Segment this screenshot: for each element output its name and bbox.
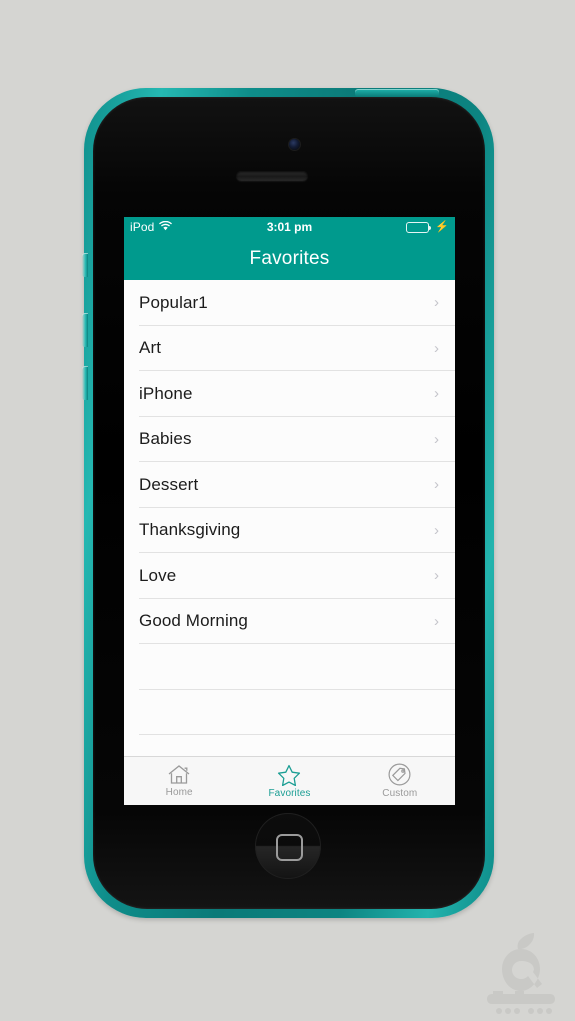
list-item-label: Dessert bbox=[139, 474, 199, 494]
phone-bezel: iPod 3:01 pm ⚡ Favorites Popular1 › Art … bbox=[93, 97, 485, 909]
navigation-bar: Favorites bbox=[124, 237, 455, 280]
tab-bar: Home Favorites Custom bbox=[124, 756, 455, 805]
house-icon bbox=[167, 764, 191, 785]
list-item[interactable]: Popular1 › bbox=[124, 280, 455, 326]
phone-device: iPod 3:01 pm ⚡ Favorites Popular1 › Art … bbox=[82, 88, 494, 918]
list-item[interactable]: Art › bbox=[124, 325, 455, 371]
list-item-label: Popular1 bbox=[139, 292, 208, 312]
volume-up-button[interactable] bbox=[82, 313, 88, 347]
page-title: Favorites bbox=[249, 247, 330, 269]
list-item[interactable]: Dessert › bbox=[124, 462, 455, 508]
list-item[interactable]: iPhone › bbox=[124, 371, 455, 417]
list-item-label: Art bbox=[139, 338, 162, 358]
home-square-icon bbox=[276, 834, 303, 861]
list-item-label: Babies bbox=[139, 429, 192, 449]
list-item-label: Love bbox=[139, 565, 177, 585]
list-item-empty bbox=[124, 644, 455, 690]
device-screen: iPod 3:01 pm ⚡ Favorites Popular1 › Art … bbox=[124, 217, 455, 805]
list-item-label: Good Morning bbox=[139, 611, 248, 631]
earpiece-speaker bbox=[236, 171, 308, 181]
power-button[interactable] bbox=[355, 89, 439, 97]
watermark-logo bbox=[475, 927, 567, 1015]
mute-switch[interactable] bbox=[82, 253, 88, 277]
tag-in-circle-icon bbox=[388, 763, 411, 786]
favorites-list[interactable]: Popular1 › Art › iPhone › Babies › Desse… bbox=[124, 280, 455, 756]
list-item-label: Thanksgiving bbox=[139, 520, 241, 540]
chevron-right-icon: › bbox=[434, 294, 439, 312]
chevron-right-icon: › bbox=[434, 385, 439, 403]
list-item-label: iPhone bbox=[139, 383, 193, 403]
chevron-right-icon: › bbox=[434, 567, 439, 585]
chevron-right-icon: › bbox=[434, 339, 439, 357]
tab-favorites[interactable]: Favorites bbox=[234, 757, 344, 805]
list-item[interactable]: Thanksgiving › bbox=[124, 507, 455, 553]
list-item[interactable]: Babies › bbox=[124, 416, 455, 462]
front-camera-icon bbox=[289, 139, 300, 150]
tab-label: Favorites bbox=[268, 787, 311, 799]
chevron-right-icon: › bbox=[434, 521, 439, 539]
chevron-right-icon: › bbox=[434, 430, 439, 448]
list-item[interactable]: Good Morning › bbox=[124, 598, 455, 644]
tab-label: Home bbox=[165, 787, 193, 798]
volume-down-button[interactable] bbox=[82, 366, 88, 400]
battery-icon bbox=[406, 221, 432, 233]
chevron-right-icon: › bbox=[434, 476, 439, 494]
home-button[interactable] bbox=[255, 813, 321, 879]
star-icon bbox=[277, 764, 301, 786]
tab-custom[interactable]: Custom bbox=[345, 757, 455, 805]
list-item[interactable]: Love › bbox=[124, 553, 455, 599]
status-bar: iPod 3:01 pm ⚡ bbox=[124, 217, 455, 237]
chevron-right-icon: › bbox=[434, 612, 439, 630]
tab-home[interactable]: Home bbox=[124, 757, 234, 805]
list-item-empty bbox=[124, 689, 455, 735]
tab-label: Custom bbox=[382, 788, 418, 799]
status-bar-right: ⚡ bbox=[406, 220, 449, 233]
lightning-bolt-icon: ⚡ bbox=[435, 220, 449, 233]
